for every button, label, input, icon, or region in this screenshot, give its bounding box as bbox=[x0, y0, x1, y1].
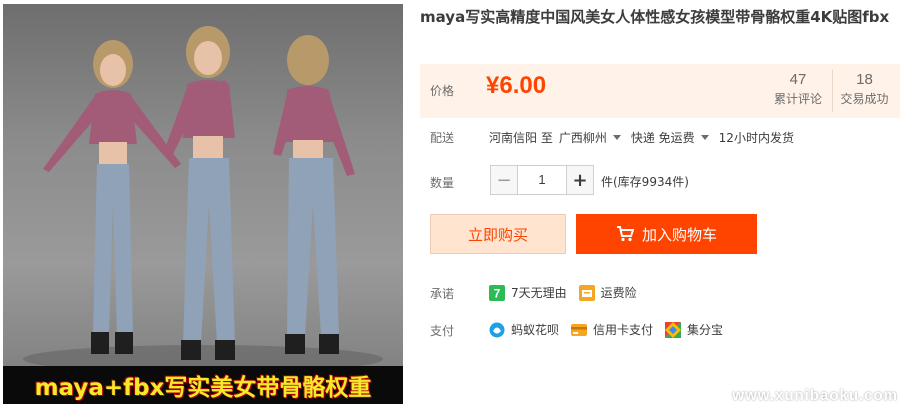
promise-row: 7 7天无理由 运费险 bbox=[489, 284, 649, 301]
payment-huabei[interactable]: 蚂蚁花呗 bbox=[489, 321, 559, 338]
payment-item-label: 信用卡支付 bbox=[593, 323, 654, 337]
watermark: www.xunibaoku.com bbox=[732, 387, 898, 404]
sales-stat: 18 交易成功 bbox=[832, 70, 896, 112]
chevron-down-icon bbox=[612, 135, 621, 140]
dispatch-time: 12小时内发货 bbox=[718, 131, 794, 145]
add-to-cart-button[interactable]: 加入购物车 bbox=[576, 214, 757, 254]
quantity-decrease-button[interactable]: − bbox=[490, 165, 518, 195]
jifenbao-icon bbox=[665, 321, 682, 338]
promise-item-label: 7天无理由 bbox=[511, 286, 567, 300]
shipping-method-select[interactable]: 快递 免运费 bbox=[631, 129, 719, 146]
cart-icon bbox=[616, 226, 634, 242]
payment-item-label: 集分宝 bbox=[687, 323, 724, 337]
figure-front bbox=[43, 40, 181, 354]
price-value: ¥6.00 bbox=[486, 72, 547, 99]
shipping-from: 河南信阳 至 bbox=[489, 131, 553, 145]
huabei-icon bbox=[489, 322, 505, 338]
product-image[interactable]: maya+fbx写实美女带骨骼权重 bbox=[3, 4, 403, 404]
payment-row: 蚂蚁花呗 信用卡支付 集分宝 bbox=[489, 321, 735, 338]
buy-now-label: 立即购买 bbox=[467, 225, 528, 244]
promise-label: 承诺 bbox=[430, 287, 455, 301]
reviews-stat[interactable]: 47 累计评论 bbox=[766, 70, 830, 108]
product-title: maya写实高精度中国风美女人体性感女孩模型带骨骼权重4K贴图fbx bbox=[420, 8, 890, 26]
figure-back bbox=[273, 35, 355, 354]
image-banner: maya+fbx写实美女带骨骼权重 bbox=[3, 366, 403, 404]
shipping-destination: 广西柳州 bbox=[558, 131, 607, 145]
payment-jifenbao[interactable]: 集分宝 bbox=[665, 321, 723, 338]
price-label: 价格 bbox=[430, 84, 455, 98]
image-banner-text: maya+fbx写实美女带骨骼权重 bbox=[34, 375, 372, 401]
shipping-method: 快递 免运费 bbox=[630, 131, 695, 145]
promise-item-label: 运费险 bbox=[600, 286, 637, 300]
quantity-input[interactable]: 1 bbox=[518, 165, 566, 195]
figure-side bbox=[163, 26, 235, 360]
seven-day-return-icon: 7 bbox=[489, 284, 505, 301]
reviews-label: 累计评论 bbox=[773, 92, 822, 106]
buy-now-button[interactable]: 立即购买 bbox=[430, 214, 566, 254]
shipping-destination-select[interactable]: 广西柳州 bbox=[559, 129, 631, 146]
quantity-label: 数量 bbox=[430, 176, 455, 190]
payment-credit-card[interactable]: 信用卡支付 bbox=[571, 321, 653, 338]
add-to-cart-label: 加入购物车 bbox=[641, 225, 717, 244]
shipping-insurance-icon bbox=[578, 284, 595, 301]
shipping-label: 配送 bbox=[430, 131, 455, 145]
promise-shipping-insurance[interactable]: 运费险 bbox=[578, 284, 637, 301]
chevron-down-icon bbox=[700, 135, 709, 140]
shipping-row: 河南信阳 至 广西柳州 快递 免运费 12小时内发货 bbox=[489, 129, 794, 146]
promise-seven-day-return[interactable]: 7 7天无理由 bbox=[489, 284, 567, 301]
model-figures-illustration bbox=[23, 26, 383, 373]
payment-label: 支付 bbox=[430, 324, 455, 338]
sales-label: 交易成功 bbox=[840, 92, 889, 106]
stock-info: 件(库存9934件) bbox=[601, 175, 689, 189]
credit-card-icon bbox=[571, 322, 588, 338]
svg-text:7: 7 bbox=[494, 286, 501, 300]
sales-count: 18 bbox=[856, 71, 873, 88]
quantity-stepper: − 1 + bbox=[490, 165, 594, 195]
reviews-count: 47 bbox=[789, 71, 807, 88]
quantity-increase-button[interactable]: + bbox=[566, 165, 594, 195]
payment-item-label: 蚂蚁花呗 bbox=[511, 323, 560, 337]
price-panel: 价格 ¥6.00 47 累计评论 18 交易成功 bbox=[420, 64, 900, 118]
